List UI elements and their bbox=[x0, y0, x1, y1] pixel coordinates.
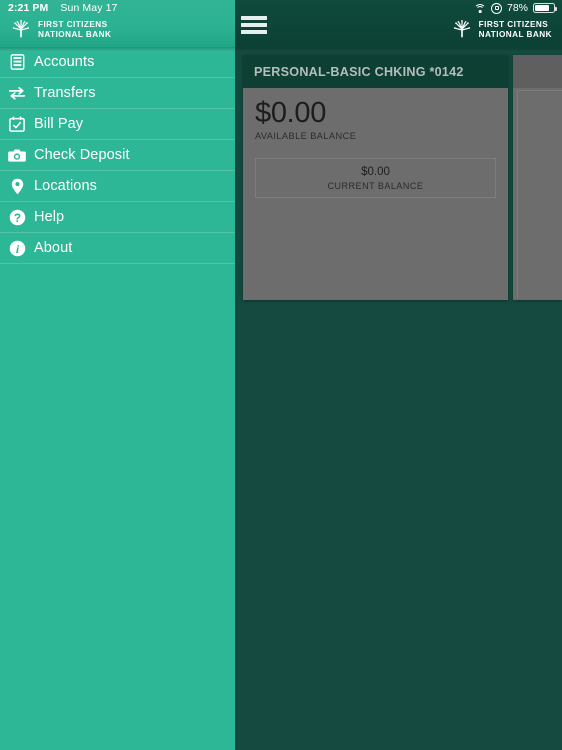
status-date: Sun May 17 bbox=[60, 2, 118, 14]
sidebar-item-label: Accounts bbox=[34, 54, 95, 70]
account-card-next-header bbox=[513, 55, 562, 88]
available-balance-amount: $0.00 bbox=[255, 97, 327, 129]
map-pin-icon bbox=[7, 176, 27, 196]
account-card[interactable]: PERSONAL-BASIC CHKING *0142 $0.00 AVAILA… bbox=[243, 55, 508, 300]
battery-percent: 78% bbox=[506, 2, 528, 14]
sidebar-item-label: Locations bbox=[34, 178, 97, 194]
current-balance-label: CURRENT BALANCE bbox=[327, 181, 424, 191]
info-circle-icon: i bbox=[7, 238, 27, 258]
hamburger-bar bbox=[241, 16, 267, 20]
question-circle-icon: ? bbox=[7, 207, 27, 227]
camera-icon bbox=[7, 145, 27, 165]
status-time: 2:21 PM bbox=[8, 2, 49, 14]
rotation-lock-icon bbox=[490, 2, 502, 14]
first-citizens-tree-logo-icon bbox=[12, 19, 30, 38]
account-card-header: PERSONAL-BASIC CHKING *0142 bbox=[243, 55, 508, 88]
status-bar-left: 2:21 PM Sun May 17 bbox=[8, 0, 117, 16]
svg-text:?: ? bbox=[13, 210, 20, 224]
account-card-next-partial[interactable] bbox=[513, 55, 562, 300]
brand-name-header: FIRST CITIZENS NATIONAL BANK bbox=[479, 20, 552, 39]
sidebar-item-label: About bbox=[34, 240, 73, 256]
battery-icon bbox=[533, 3, 557, 13]
brand-name-line2: NATIONAL BANK bbox=[478, 30, 552, 39]
brand-name-sidebar: FIRST CITIZENS NATIONAL BANK bbox=[38, 20, 111, 39]
header-shadow bbox=[0, 47, 562, 51]
sidebar-item-check-deposit[interactable]: Check Deposit bbox=[0, 140, 235, 171]
status-bar-right: 78% bbox=[473, 0, 557, 16]
sidebar-item-about[interactable]: i About bbox=[0, 233, 235, 264]
first-citizens-tree-logo-icon bbox=[453, 19, 470, 38]
hamburger-menu-icon[interactable] bbox=[241, 16, 267, 34]
brand-lockup-header: FIRST CITIZENS NATIONAL BANK bbox=[451, 19, 552, 41]
app-screen: PERSONAL-BASIC CHKING *0142 $0.00 AVAILA… bbox=[0, 0, 562, 750]
account-card-body: $0.00 AVAILABLE BALANCE $0.00 CURRENT BA… bbox=[243, 88, 508, 198]
sidebar-item-help[interactable]: ? Help bbox=[0, 202, 235, 233]
sidebar-item-label: Help bbox=[34, 209, 65, 225]
hamburger-bar bbox=[241, 23, 267, 27]
sidebar-menu: Accounts Transfers Bill Pay Check Deposi… bbox=[0, 47, 235, 264]
transfers-icon bbox=[7, 83, 27, 103]
accounts-icon bbox=[7, 52, 27, 72]
sidebar-item-label: Check Deposit bbox=[34, 147, 130, 163]
account-card-next-body bbox=[517, 90, 562, 299]
sidebar-item-label: Bill Pay bbox=[34, 116, 84, 132]
sidebar-item-locations[interactable]: Locations bbox=[0, 171, 235, 202]
current-balance-box[interactable]: $0.00 CURRENT BALANCE bbox=[255, 158, 496, 198]
sidebar-item-bill-pay[interactable]: Bill Pay bbox=[0, 109, 235, 140]
hamburger-bar bbox=[241, 30, 267, 34]
brand-name-line1: FIRST CITIZENS bbox=[38, 20, 108, 30]
sidebar-item-label: Transfers bbox=[34, 85, 96, 101]
sidebar-item-transfers[interactable]: Transfers bbox=[0, 78, 235, 109]
brand-lockup-sidebar: FIRST CITIZENS NATIONAL BANK bbox=[10, 19, 111, 41]
bill-pay-calendar-icon bbox=[7, 114, 27, 134]
sidebar-item-accounts[interactable]: Accounts bbox=[0, 47, 235, 78]
status-bar: 2:21 PM Sun May 17 78% bbox=[0, 0, 562, 16]
current-balance-amount: $0.00 bbox=[361, 166, 390, 178]
brand-name-line1: FIRST CITIZENS bbox=[478, 20, 549, 30]
available-balance-label: AVAILABLE BALANCE bbox=[255, 131, 357, 141]
account-title: PERSONAL-BASIC CHKING *0142 bbox=[254, 64, 464, 79]
wifi-icon bbox=[473, 3, 486, 13]
brand-name-line2: NATIONAL BANK bbox=[38, 30, 112, 39]
